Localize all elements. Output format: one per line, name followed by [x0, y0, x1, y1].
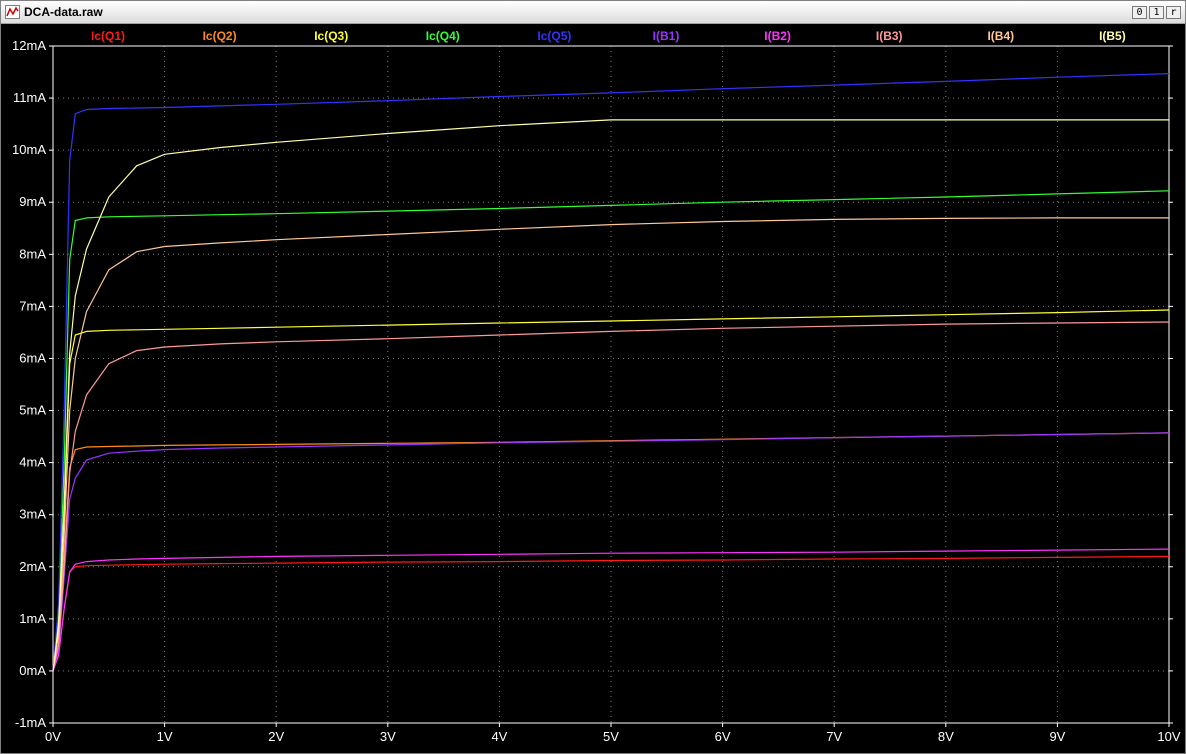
y-tick-label: 7mA [19, 298, 46, 313]
y-tick-label: 11mA [13, 90, 46, 105]
plot-canvas[interactable]: 12mA 11mA 10mA 9mA 8mA 7mA 6mA 5mA 4mA 3mA 2mA 1mA 0… [1, 24, 1185, 753]
y-tick-label: 1mA [19, 611, 46, 626]
window-titlebar[interactable]: DCA-data.raw 0 1 r [1, 1, 1185, 24]
legend-entry[interactable]: Ic(Q2) [203, 29, 237, 43]
y-tick-label: 8mA [19, 246, 46, 261]
x-tick-label: 9V [1049, 729, 1065, 744]
y-tick-label: 0mA [19, 663, 46, 678]
legend-entry[interactable]: Ic(Q3) [314, 29, 348, 43]
series-line-ic-q4[interactable] [52, 190, 1170, 671]
x-tick-label: 3V [380, 729, 396, 744]
y-tick-label: 3mA [19, 507, 46, 522]
minimize-button[interactable]: 0 [1132, 6, 1147, 19]
series-line-i-b2[interactable] [52, 548, 1170, 672]
x-tick-label: 10V [1157, 729, 1180, 744]
legend-entry[interactable]: Ic(Q1) [91, 29, 125, 43]
x-tick-label: 5V [603, 729, 619, 744]
plot-window: DCA-data.raw 0 1 r 12mA 11mA 10mA 9mA 8mA 7mA… [0, 0, 1186, 754]
legend-entry[interactable]: I(B1) [653, 29, 680, 43]
legend-entry[interactable]: I(B3) [876, 29, 903, 43]
restore-button[interactable]: 1 [1149, 6, 1164, 19]
legend-entry[interactable]: I(B4) [987, 29, 1014, 43]
x-tick-label: 4V [491, 729, 507, 744]
y-tick-label: 10mA [12, 142, 46, 157]
y-tick-label: 2mA [19, 559, 46, 574]
x-tick-label: 1V [157, 729, 173, 744]
y-tick-label: -1mA [15, 715, 46, 730]
legend: Ic(Q1) Ic(Q2) Ic(Q3) Ic(Q4) Ic(Q5) I(B1) I(B2)… [91, 29, 1126, 43]
x-tick-label: 7V [826, 729, 842, 744]
series-line-ic-q1[interactable] [52, 555, 1170, 672]
legend-entry[interactable]: Ic(Q4) [426, 29, 460, 43]
series-line-i-b5[interactable] [52, 119, 1169, 671]
x-tick-label: 0V [45, 729, 61, 744]
y-tick-label: 5mA [19, 403, 46, 418]
y-tick-label: 9mA [19, 194, 46, 209]
x-tick-label: 2V [268, 729, 284, 744]
legend-entry[interactable]: I(B5) [1099, 29, 1126, 43]
y-tick-label: 12mA [12, 38, 46, 53]
y-tick-label: 6mA [19, 350, 46, 365]
waveform-icon [5, 5, 20, 19]
y-tick-label: 4mA [19, 455, 46, 470]
y-axis-ticks: 12mA 11mA 10mA 9mA 8mA 7mA 6mA 5mA 4mA 3mA 2mA 1mA 0… [12, 38, 1173, 730]
x-axis-ticks: 0V 1V 2V 3V 4V 5V 6V 7V 8V 9V 10V [45, 723, 1181, 744]
close-button[interactable]: r [1166, 6, 1181, 19]
legend-entry[interactable]: I(B2) [764, 29, 791, 43]
x-tick-label: 6V [715, 729, 731, 744]
legend-entry[interactable]: Ic(Q5) [537, 29, 571, 43]
x-tick-label: 8V [938, 729, 954, 744]
window-title: DCA-data.raw [24, 5, 103, 19]
